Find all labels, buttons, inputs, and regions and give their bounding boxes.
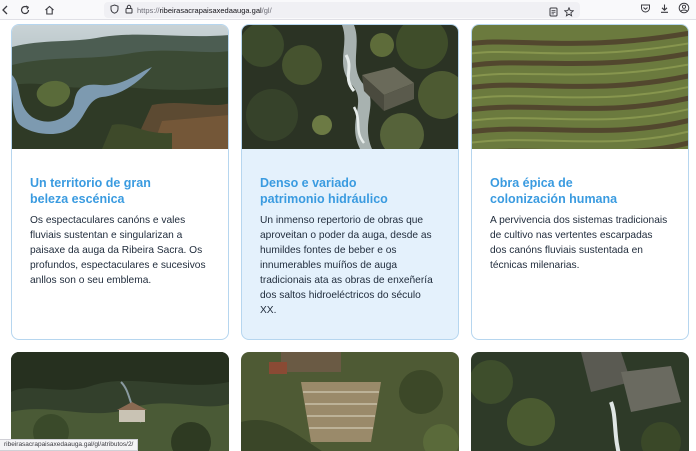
card-title[interactable]: Un territorio de gran beleza escénica xyxy=(30,175,210,207)
card-description: Un inmenso repertorio de obras que aprov… xyxy=(260,215,433,316)
url-bar[interactable]: https://ribeirasacrapaisaxedaauga.gal/gl… xyxy=(104,2,580,18)
url-path: /gl/ xyxy=(261,5,272,15)
card-photo-river-canyon xyxy=(12,25,228,149)
url-text[interactable]: https://ribeirasacrapaisaxedaauga.gal/gl… xyxy=(137,6,272,15)
feature-card-human-colonization[interactable]: Obra épica de colonización humana A perv… xyxy=(471,24,689,340)
card-photo-waterfall-rocks xyxy=(471,352,689,451)
downloads-icon[interactable] xyxy=(659,1,670,19)
browser-toolbar: https://ribeirasacrapaisaxedaauga.gal/gl… xyxy=(0,0,696,20)
home-icon[interactable] xyxy=(40,1,58,19)
card-description: A pervivencia dos sistemas tradicionais … xyxy=(490,215,668,271)
card-photo-valley-village xyxy=(11,352,229,451)
feature-card-scenic-beauty[interactable]: Un territorio de gran beleza escénica Os… xyxy=(11,24,229,340)
feature-card-row2-1[interactable] xyxy=(11,352,229,451)
card-photo-terraces xyxy=(472,25,688,149)
page-content: Un territorio de gran beleza escénica Os… xyxy=(0,20,696,451)
card-title[interactable]: Obra épica de colonización humana xyxy=(490,175,670,207)
feature-card-hydraulic-heritage[interactable]: Denso e variado patrimonio hidráulico Un… xyxy=(241,24,459,340)
feature-card-row2-2[interactable] xyxy=(241,352,459,451)
card-description: Os espectaculares canóns e vales fluviai… xyxy=(30,215,206,286)
card-photo-stream-mill xyxy=(242,25,458,149)
url-host: ribeirasacrapaisaxedaauga.gal xyxy=(159,5,262,15)
reload-icon[interactable] xyxy=(16,1,34,19)
card-photo-aerial-terraces xyxy=(241,352,459,451)
lock-icon[interactable] xyxy=(125,1,133,19)
account-icon[interactable] xyxy=(678,1,690,19)
card-title[interactable]: Denso e variado patrimonio hidráulico xyxy=(260,175,440,207)
url-prefix: https:// xyxy=(137,5,160,15)
feature-card-row2-3[interactable] xyxy=(471,352,689,451)
status-bar-link-preview: ribeirasacrapaisaxedaauga.gal/gl/atribut… xyxy=(0,439,139,451)
shield-icon[interactable] xyxy=(110,1,119,19)
back-arrow-icon[interactable] xyxy=(0,1,10,19)
pocket-icon[interactable] xyxy=(640,1,651,19)
